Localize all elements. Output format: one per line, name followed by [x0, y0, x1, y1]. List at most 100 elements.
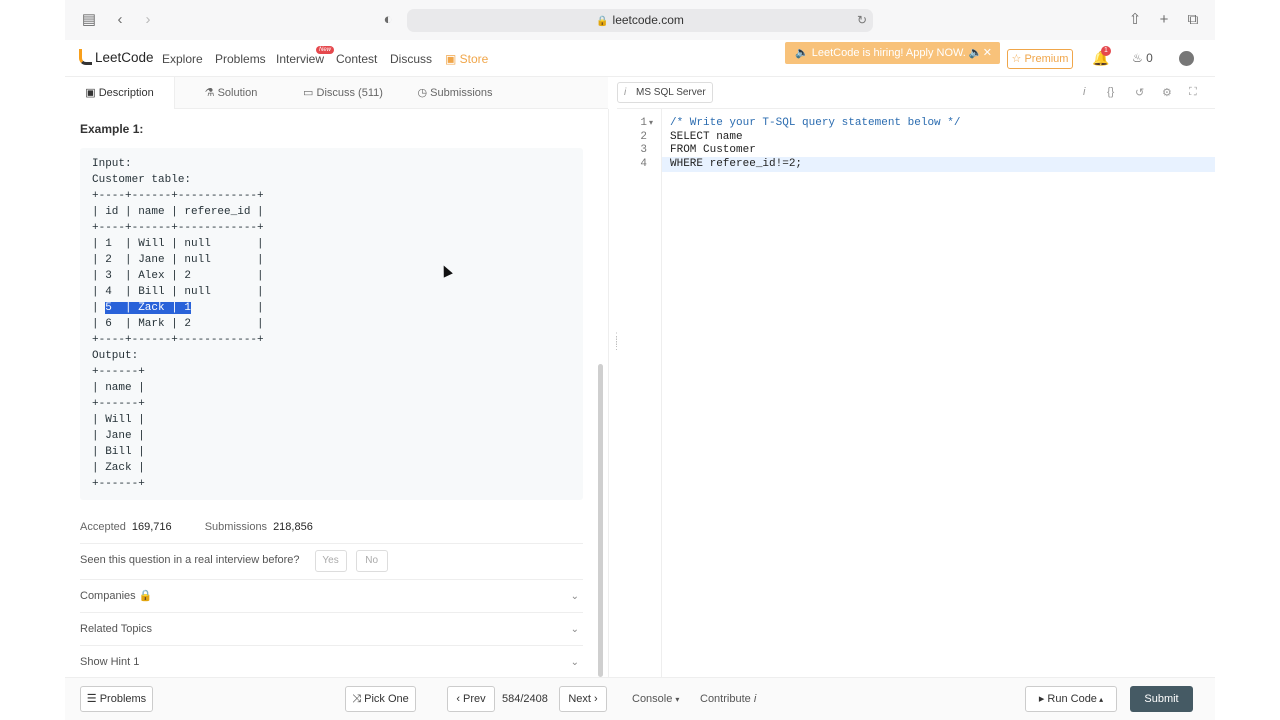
info-icon: i	[624, 87, 627, 98]
code-line: /* Write your T-SQL query statement belo…	[670, 117, 961, 129]
browser-toolbar: ▤ ‹ › ◐ 🔒 leetcode.com ↻ ⇧ + ⧉	[65, 0, 1215, 40]
address-bar[interactable]: 🔒 leetcode.com ↻	[407, 9, 873, 32]
bottom-bar: ☰ Problems ⤨ Pick One ‹ Prev 584/2408 Ne…	[65, 677, 1215, 720]
chevron-down-icon: ⌄	[570, 624, 579, 635]
nav-explore[interactable]: Explore	[162, 52, 203, 66]
yes-button[interactable]: Yes	[314, 550, 347, 572]
logo-icon	[79, 49, 92, 65]
example-title: Example 1:	[80, 122, 144, 136]
fold-icon[interactable]: ▾	[649, 118, 653, 127]
scrollbar[interactable]	[598, 364, 603, 677]
example-pre: Input: Customer table: +----+------+----…	[92, 156, 571, 492]
info-icon[interactable]: i	[1083, 86, 1085, 98]
run-code-button[interactable]: ▸ Run Code ▴	[1025, 686, 1117, 712]
tab-solution-label: Solution	[217, 87, 258, 99]
problems-label: Problems	[99, 693, 147, 705]
user-avatar[interactable]	[1179, 51, 1194, 66]
contribute-label: Contribute	[700, 693, 751, 705]
close-icon[interactable]: ✕	[983, 42, 992, 64]
list-icon: ☰	[86, 693, 100, 705]
pick-one-button[interactable]: ⤨ Pick One	[345, 686, 416, 712]
language-label: MS SQL Server	[636, 87, 706, 98]
new-tab-icon[interactable]: +	[1154, 10, 1174, 30]
accepted-value: 169,716	[131, 521, 172, 533]
fullscreen-icon[interactable]: ⛶	[1189, 86, 1197, 99]
problem-description: Example 1: Input: Customer table: +----+…	[65, 109, 608, 677]
tab-submissions[interactable]: ◷ Submissions	[399, 77, 511, 109]
line-gutter	[617, 109, 662, 677]
braces-icon[interactable]: {}	[1107, 86, 1114, 98]
code-line: FROM Customer	[670, 144, 756, 156]
panel-divider[interactable]: ⋮ ⋮ ⋮	[608, 109, 621, 677]
coins-count: 0	[1146, 51, 1153, 65]
problem-tabs: ▣ Description ⚗ Solution ▭ Discuss (511)…	[65, 77, 608, 109]
nav-problems[interactable]: Problems	[215, 52, 266, 66]
comment-icon: ▭	[303, 87, 317, 99]
premium-button[interactable]: ☆ Premium	[1007, 49, 1073, 69]
interview-question-row: Seen this question in a real interview b…	[80, 543, 583, 576]
chevron-right-icon: ›	[590, 693, 598, 705]
console-toggle[interactable]: Console ▾	[632, 693, 679, 705]
contribute-link[interactable]: Contribute i	[700, 693, 756, 705]
no-button[interactable]: No	[355, 550, 388, 572]
prev-button[interactable]: ‹ Prev	[447, 686, 495, 712]
reload-icon[interactable]: ↻	[857, 9, 867, 32]
left-margin	[0, 0, 65, 720]
selected-text: 5 | Zack | 1	[105, 302, 192, 314]
description-icon: ▣	[85, 87, 99, 99]
interview-prompt: Seen this question in a real interview b…	[80, 554, 300, 566]
chevron-down-icon: ⌄	[570, 591, 579, 602]
pick-one-label: Pick One	[364, 693, 409, 705]
sidebar-icon[interactable]: ▤	[79, 10, 99, 30]
store-icon: ▣	[445, 52, 460, 66]
new-badge: New	[316, 46, 335, 54]
accepted-label: Accepted	[80, 521, 126, 533]
share-icon[interactable]: ⇧	[1125, 10, 1145, 30]
back-icon[interactable]: ‹	[110, 10, 130, 30]
lock-icon: 🔒	[596, 16, 609, 27]
flame-icon: ♨	[1132, 51, 1143, 65]
related-topics-row[interactable]: Related Topics ⌄	[80, 612, 583, 645]
next-label: Next	[568, 693, 591, 705]
line-number: 2	[640, 131, 647, 143]
reset-icon[interactable]: ↺	[1135, 86, 1144, 99]
tabs-overview-icon[interactable]: ⧉	[1183, 10, 1203, 30]
nav-interview[interactable]: Interview	[276, 52, 324, 66]
console-label: Console	[632, 693, 673, 705]
nav-contest[interactable]: Contest	[336, 52, 377, 66]
clock-icon: ◷	[417, 87, 431, 99]
tab-discuss[interactable]: ▭ Discuss (511)	[287, 77, 399, 109]
editor-toolbar: i MS SQL Server i {} ↺ ⚙ ⛶	[617, 77, 1215, 109]
example-text-after: | | 6 | Mark | 2 | +----+------+--------…	[92, 302, 264, 490]
settings-icon[interactable]: ⚙	[1162, 86, 1172, 99]
line-number: 1	[640, 117, 647, 129]
leetcode-logo[interactable]: LeetCode	[79, 49, 154, 69]
line-number: 4	[640, 158, 647, 170]
code-line: WHERE referee_id!=2;	[670, 158, 803, 170]
language-select[interactable]: i MS SQL Server	[617, 82, 713, 103]
tab-discuss-label: Discuss (511)	[316, 87, 383, 99]
problems-button[interactable]: ☰ Problems	[80, 686, 153, 712]
companies-row[interactable]: Companies 🔒 ⌄	[80, 579, 583, 612]
shield-icon[interactable]: ◐	[378, 10, 398, 30]
flask-icon: ⚗	[204, 87, 218, 99]
line-number: 3	[640, 144, 647, 156]
forward-icon[interactable]: ›	[138, 10, 158, 30]
nav-discuss[interactable]: Discuss	[390, 52, 432, 66]
tab-solution[interactable]: ⚗ Solution	[175, 77, 287, 109]
lock-icon: 🔒	[138, 590, 153, 602]
store-label: Store	[459, 52, 489, 66]
logo-text: LeetCode	[95, 50, 154, 65]
nav-store[interactable]: ▣ Store	[445, 52, 488, 66]
coins-indicator[interactable]: ♨ 0	[1132, 51, 1153, 65]
next-button[interactable]: Next ›	[559, 686, 607, 712]
notification-bell-icon[interactable]: 🔔 1	[1092, 46, 1111, 67]
submissions-label: Submissions	[204, 521, 268, 533]
hiring-banner[interactable]: 🔈 LeetCode is hiring! Apply NOW. 🔈 ✕	[785, 42, 1000, 64]
tab-description[interactable]: ▣ Description	[65, 77, 175, 109]
submit-button[interactable]: Submit	[1130, 686, 1193, 712]
submissions-value: 218,856	[273, 521, 313, 533]
show-hint-row[interactable]: Show Hint 1 ⌄	[80, 645, 583, 677]
code-editor[interactable]: 1 ▾ 2 3 4 /* Write your T-SQL query stat…	[617, 109, 1215, 677]
run-code-label: Run Code	[1047, 693, 1097, 705]
